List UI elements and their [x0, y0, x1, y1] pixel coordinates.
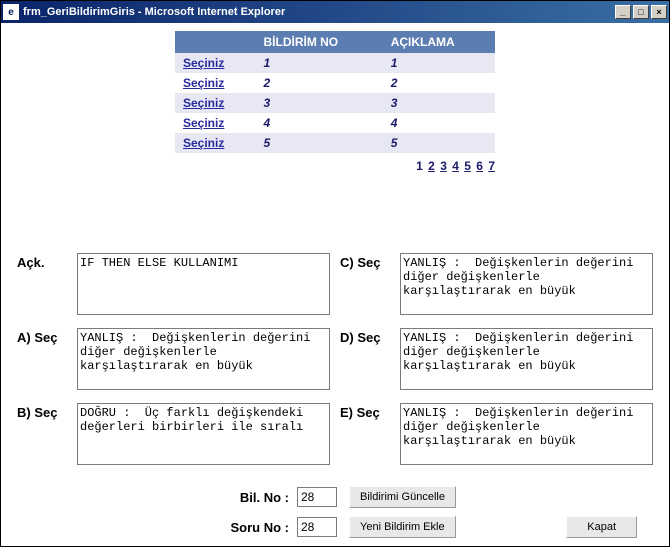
pager: 1 2 3 4 5 6 7 [175, 159, 495, 173]
select-link[interactable]: Seçiniz [183, 96, 224, 110]
d-textarea[interactable] [400, 328, 653, 390]
window-title: frm_GeriBildirimGiris - Microsoft Intern… [23, 6, 285, 18]
pager-link[interactable]: 6 [476, 159, 483, 173]
col-bildirim-header: BİLDİRİM NO [255, 31, 382, 53]
cell-aciklama: 4 [383, 113, 495, 133]
table-row: Seçiniz 3 3 [175, 93, 495, 113]
c-label: C) Seç [340, 253, 390, 318]
cell-bildirim: 2 [255, 73, 382, 93]
maximize-button[interactable]: □ [633, 5, 649, 19]
data-table-wrap: BİLDİRİM NO AÇIKLAMA Seçiniz 1 1 Seçiniz… [175, 31, 495, 173]
pager-link[interactable]: 2 [428, 159, 435, 173]
select-link[interactable]: Seçiniz [183, 76, 224, 90]
pager-link[interactable]: 5 [464, 159, 471, 173]
kapat-button[interactable]: Kapat [566, 516, 637, 538]
select-link[interactable]: Seçiniz [183, 56, 224, 70]
content: BİLDİRİM NO AÇIKLAMA Seçiniz 1 1 Seçiniz… [1, 23, 669, 546]
d-label: D) Seç [340, 328, 390, 393]
minimize-button[interactable]: _ [615, 5, 631, 19]
cell-aciklama: 3 [383, 93, 495, 113]
col-aciklama-header: AÇIKLAMA [383, 31, 495, 53]
e-textarea[interactable] [400, 403, 653, 465]
col-select-header [175, 31, 255, 53]
a-label: A) Seç [17, 328, 67, 393]
cell-aciklama: 5 [383, 133, 495, 153]
bil-no-input[interactable] [297, 487, 337, 507]
pager-link[interactable]: 3 [440, 159, 447, 173]
select-link[interactable]: Seçiniz [183, 116, 224, 130]
table-row: Seçiniz 1 1 [175, 53, 495, 73]
soru-no-label: Soru No : [17, 520, 297, 535]
b-label: B) Seç [17, 403, 67, 468]
pager-link[interactable]: 7 [488, 159, 495, 173]
cell-bildirim: 4 [255, 113, 382, 133]
close-button[interactable]: × [651, 5, 667, 19]
c-textarea[interactable] [400, 253, 653, 315]
guncelle-button[interactable]: Bildirimi Güncelle [349, 486, 456, 508]
table-row: Seçiniz 5 5 [175, 133, 495, 153]
e-label: E) Seç [340, 403, 390, 468]
data-table: BİLDİRİM NO AÇIKLAMA Seçiniz 1 1 Seçiniz… [175, 31, 495, 153]
form-grid: Açk. C) Seç A) Seç D) Seç B) Seç E) Seç [17, 253, 653, 468]
pager-link[interactable]: 4 [452, 159, 459, 173]
table-row: Seçiniz 4 4 [175, 113, 495, 133]
cell-bildirim: 1 [255, 53, 382, 73]
bil-no-label: Bil. No : [17, 490, 297, 505]
cell-bildirim: 5 [255, 133, 382, 153]
select-link[interactable]: Seçiniz [183, 136, 224, 150]
titlebar: e frm_GeriBildirimGiris - Microsoft Inte… [1, 1, 669, 23]
ekle-button[interactable]: Yeni Bildirim Ekle [349, 516, 456, 538]
pager-current: 1 [416, 159, 423, 173]
bottom-controls: Bil. No : Bildirimi Güncelle Soru No : Y… [17, 486, 653, 538]
cell-aciklama: 1 [383, 53, 495, 73]
soru-no-input[interactable] [297, 517, 337, 537]
table-row: Seçiniz 2 2 [175, 73, 495, 93]
ie-icon: e [3, 4, 19, 20]
ack-label: Açk. [17, 253, 67, 318]
ack-textarea[interactable] [77, 253, 330, 315]
window: e frm_GeriBildirimGiris - Microsoft Inte… [0, 0, 670, 547]
b-textarea[interactable] [77, 403, 330, 465]
a-textarea[interactable] [77, 328, 330, 390]
cell-aciklama: 2 [383, 73, 495, 93]
cell-bildirim: 3 [255, 93, 382, 113]
